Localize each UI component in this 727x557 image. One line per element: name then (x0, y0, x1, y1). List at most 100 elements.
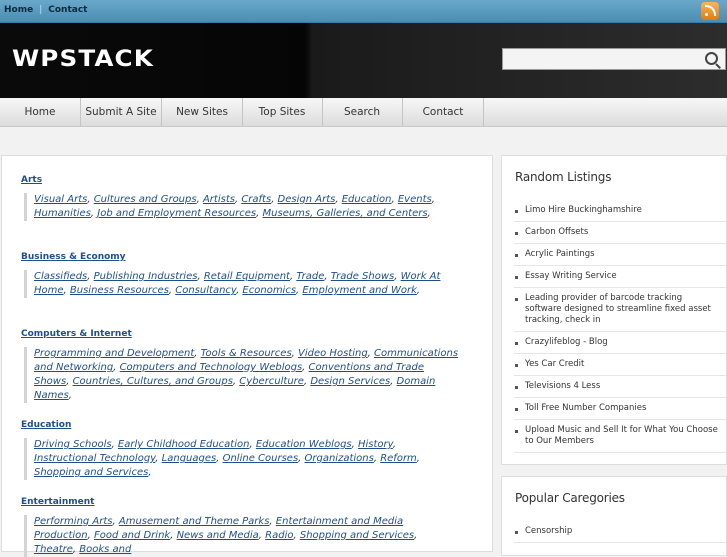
subcategory-link[interactable]: Humanities (34, 208, 91, 219)
category-entertainment: Entertainment Performing Arts, Amusement… (21, 497, 461, 557)
link-separator: , (392, 439, 396, 450)
subcategory-link[interactable]: Instructional Technology (34, 453, 155, 464)
subcategory-link[interactable]: Consultancy (175, 285, 236, 296)
nav-item-search[interactable]: Search (322, 98, 403, 126)
subcategory-links: Performing Arts, Amusement and Theme Par… (24, 515, 461, 557)
search-icon[interactable] (705, 52, 718, 65)
category-title[interactable]: Computers & Internet (21, 329, 461, 339)
subcategory-link[interactable]: Economics (242, 285, 296, 296)
main-nav: Home Submit A Site New Sites Top Sites S… (0, 98, 727, 127)
subcategory-link[interactable]: Education Weblogs (256, 439, 352, 450)
subcategory-link[interactable]: Shopping and Services (300, 530, 414, 541)
search-input[interactable] (505, 51, 699, 69)
subcategory-links: Visual Arts, Cultures and Groups, Artist… (24, 193, 461, 221)
random-listings-title: Random Listings (515, 170, 612, 184)
link-separator: , (68, 390, 72, 401)
subcategory-link[interactable]: Classifieds (34, 271, 87, 282)
listing-item[interactable]: Limo Hire Buckinghamshire (514, 200, 726, 222)
listing-item[interactable]: Censorship (514, 521, 726, 543)
link-separator: , (427, 208, 431, 219)
top-link-home[interactable]: Home (4, 5, 33, 15)
subcategory-link[interactable]: Programming and Development (34, 348, 194, 359)
category-education: Education Driving Schools, Early Childho… (21, 420, 461, 480)
popular-categories-box: Popular Caregories Censorship (501, 476, 727, 556)
subcategory-link[interactable]: Trade Shows (331, 271, 394, 282)
subcategory-link[interactable]: Countries, Cultures, and Groups (73, 376, 233, 387)
top-bar: Home | Contact (0, 0, 727, 23)
search-box (502, 48, 726, 70)
category-title[interactable]: Education (21, 420, 461, 430)
random-listings-list: Limo Hire Buckinghamshire Carbon Offsets A… (502, 200, 726, 453)
subcategory-link[interactable]: Organizations (305, 453, 374, 464)
subcategory-link[interactable]: Trade (296, 271, 324, 282)
subcategory-link[interactable]: Employment and Work (302, 285, 416, 296)
subcategory-link[interactable]: News and Media (177, 530, 259, 541)
subcategory-link[interactable]: Driving Schools (34, 439, 112, 450)
category-title[interactable]: Entertainment (21, 497, 461, 507)
subcategory-link[interactable]: Performing Arts (34, 516, 113, 527)
subcategory-link[interactable]: Radio (265, 530, 293, 541)
subcategory-link[interactable]: Publishing Industries (94, 271, 198, 282)
listing-item[interactable]: Leading provider of barcode tracking sof… (514, 288, 726, 332)
subcategory-link[interactable]: Food and Drink (94, 530, 170, 541)
subcategory-link[interactable]: History (358, 439, 393, 450)
category-business-economy: Business & Economy Classifieds, Publishi… (21, 252, 461, 298)
subcategory-link[interactable]: Shopping and Services (34, 467, 148, 478)
nav-item-top-sites[interactable]: Top Sites (242, 98, 323, 126)
listing-item[interactable]: Upload Music and Sell It for What You Ch… (514, 420, 726, 453)
top-links: Home | Contact (4, 5, 87, 15)
category-title[interactable]: Arts (21, 175, 461, 185)
category-computers-internet: Computers & Internet Programming and Dev… (21, 329, 461, 403)
subcategory-link[interactable]: Business Resources (70, 285, 169, 296)
subcategory-link[interactable]: Crafts (241, 194, 271, 205)
subcategory-link[interactable]: Computers and Technology Weblogs (120, 362, 303, 373)
listing-item[interactable]: Toll Free Number Companies (514, 398, 726, 420)
subcategory-link[interactable]: Design Arts (278, 194, 336, 205)
subcategory-link[interactable]: Theatre (34, 544, 73, 555)
subcategory-link[interactable]: Languages (162, 453, 217, 464)
subcategory-link[interactable]: Education (342, 194, 392, 205)
subcategory-link[interactable]: Amusement and Theme Parks (119, 516, 270, 527)
subcategory-link[interactable]: Events (398, 194, 432, 205)
listing-item[interactable]: Carbon Offsets (514, 222, 726, 244)
nav-item-contact[interactable]: Contact (403, 98, 484, 126)
listing-item[interactable]: Acrylic Paintings (514, 244, 726, 266)
popular-categories-list: Censorship (502, 521, 726, 543)
top-link-contact[interactable]: Contact (48, 5, 87, 15)
link-separator: , (416, 453, 420, 464)
subcategory-link[interactable]: Retail Equipment (204, 271, 290, 282)
site-logo[interactable]: WPSTACK (12, 47, 154, 72)
rss-icon[interactable] (701, 2, 719, 20)
link-separator: , (148, 467, 152, 478)
subcategory-link[interactable]: Reform (380, 453, 417, 464)
subcategory-link[interactable]: Online Courses (223, 453, 299, 464)
link-separator: , (414, 530, 418, 541)
category-list: Arts Visual Arts, Cultures and Groups, A… (1, 155, 493, 557)
category-arts: Arts Visual Arts, Cultures and Groups, A… (21, 175, 461, 221)
listing-item[interactable]: Essay Writing Service (514, 266, 726, 288)
subcategory-link[interactable]: Design Services (310, 376, 390, 387)
subcategory-link[interactable]: Artists (203, 194, 235, 205)
subcategory-link[interactable]: Museums, Galleries, and Centers (263, 208, 428, 219)
header: WPSTACK (0, 23, 727, 98)
category-title[interactable]: Business & Economy (21, 252, 461, 262)
subcategory-link[interactable]: Cyberculture (239, 376, 304, 387)
subcategory-link[interactable]: Cultures and Groups (94, 194, 197, 205)
listing-item[interactable]: Crazylifeblog - Blog (514, 332, 726, 354)
subcategory-link[interactable]: Video Hosting (298, 348, 368, 359)
random-listings-box: Random Listings Limo Hire Buckinghamshir… (501, 155, 727, 465)
link-separator: , (416, 285, 421, 296)
subcategory-links: Classifieds, Publishing Industries, Reta… (24, 270, 461, 298)
listing-item[interactable]: Televisions 4 Less (514, 376, 726, 398)
nav-item-home[interactable]: Home (0, 98, 81, 126)
listing-item[interactable]: Yes Car Credit (514, 354, 726, 376)
subcategory-link[interactable]: Early Childhood Education (118, 439, 250, 450)
subcategory-links: Programming and Development, Tools & Res… (24, 347, 461, 403)
subcategory-link[interactable]: Job and Employment Resources (97, 208, 256, 219)
nav-item-new-sites[interactable]: New Sites (162, 98, 243, 126)
nav-item-submit-a-site[interactable]: Submit A Site (81, 98, 162, 126)
subcategory-link[interactable]: Visual Arts (34, 194, 87, 205)
top-link-separator: | (39, 5, 43, 15)
subcategory-link[interactable]: Books and (79, 544, 131, 555)
subcategory-link[interactable]: Tools & Resources (201, 348, 292, 359)
